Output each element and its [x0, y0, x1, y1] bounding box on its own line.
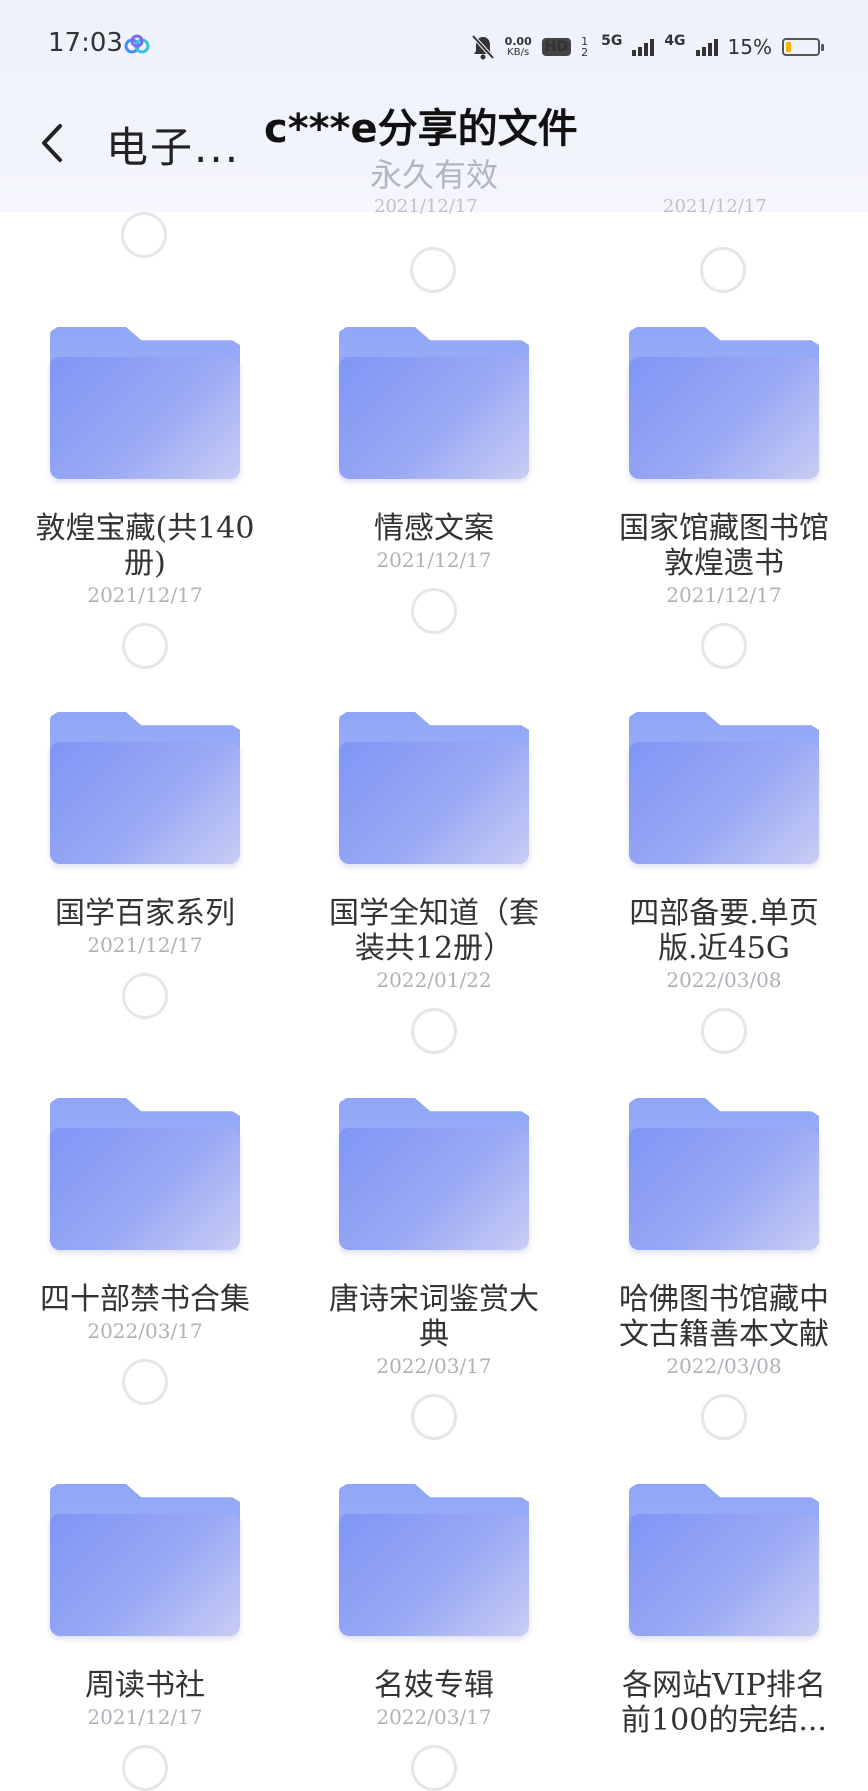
select-checkbox[interactable]: [701, 623, 747, 669]
folder-date: 2022/03/17: [376, 1354, 492, 1378]
folder-date: 2022/03/08: [666, 968, 782, 992]
folder-name: 典: [419, 1317, 449, 1352]
folder-name: 唐诗宋词鉴赏大: [329, 1282, 539, 1317]
signal-icon: [632, 38, 655, 56]
item-date: 2021/12/17: [663, 196, 767, 217]
folder-icon: [629, 327, 819, 479]
folder-name: 册): [124, 546, 166, 581]
folder-name: 前100的完结...: [621, 1703, 827, 1738]
select-checkbox[interactable]: [701, 1008, 747, 1054]
battery-percent: 15%: [727, 35, 772, 59]
folder-date: 2022/03/08: [666, 1354, 782, 1378]
folder-icon: [629, 1484, 819, 1636]
folder-date: 2021/12/17: [87, 933, 203, 957]
folder-icon: [339, 327, 529, 479]
network-speed: 0.00 KB/s: [504, 35, 532, 58]
select-checkbox[interactable]: [122, 1745, 168, 1791]
folder-name: 文古籍善本文献: [619, 1317, 829, 1352]
folder-name: 国家馆藏图书馆: [619, 511, 829, 546]
select-checkbox[interactable]: [122, 1359, 168, 1405]
select-checkbox[interactable]: [411, 1008, 457, 1054]
folder-name: 四部备要.单页: [629, 896, 819, 931]
folder-name: 名妓专辑: [374, 1668, 494, 1703]
signal-icon: [695, 38, 718, 56]
folder-icon: [629, 1098, 819, 1250]
mute-bell-icon: [471, 34, 495, 60]
folder-name: 国学全知道（套: [329, 896, 539, 931]
folder-icon: [339, 712, 529, 864]
folder-name: 四十部禁书合集: [40, 1282, 250, 1317]
folder-name: 国学百家系列: [55, 896, 235, 931]
cloud-icon: [124, 34, 150, 54]
status-icons: 0.00 KB/s HD 1 2 5G 4G 15%: [471, 32, 824, 62]
folder-name: 周读书社: [85, 1668, 205, 1703]
folder-grid: 敦煌宝藏(共140 册) 2021/12/17 情感文案 2021/12/17 国家馆藏图…: [0, 0, 868, 1791]
folder-date: 2021/12/17: [666, 583, 782, 607]
folder-icon: [50, 1098, 240, 1250]
folder-name: 哈佛图书馆藏中: [619, 1282, 829, 1317]
select-checkbox[interactable]: [121, 212, 167, 258]
folder-date: 2021/12/17: [87, 1705, 203, 1729]
folder-icon: [50, 327, 240, 479]
folder-name: 敦煌宝藏(共140: [35, 511, 255, 546]
status-time: 17:03: [48, 28, 123, 58]
folder-name: 版.近45G: [658, 931, 790, 966]
folder-icon: [339, 1098, 529, 1250]
folder-icon: [339, 1484, 529, 1636]
select-checkbox[interactable]: [122, 973, 168, 1019]
page-title: c***e分享的文件: [264, 106, 578, 152]
top-bar: 17:03 0.00 KB/s HD 1 2 5G 4G 15% 电子... c…: [0, 0, 868, 217]
folder-date: 2022/01/22: [376, 968, 492, 992]
folder-name: 敦煌遗书: [664, 546, 784, 581]
folder-date: 2022/03/17: [87, 1319, 203, 1343]
select-checkbox[interactable]: [700, 247, 746, 293]
page-subtitle: 永久有效: [369, 156, 498, 194]
folder-date: 2021/12/17: [87, 583, 203, 607]
select-checkbox[interactable]: [411, 1745, 457, 1791]
network-5g-label: 5G: [601, 33, 623, 49]
select-checkbox[interactable]: [410, 247, 456, 293]
select-checkbox[interactable]: [122, 623, 168, 669]
select-checkbox[interactable]: [701, 1394, 747, 1440]
folder-name: 装共12册）: [354, 931, 514, 966]
folder-icon: [50, 1484, 240, 1636]
folder-date: 2021/12/17: [376, 548, 492, 572]
folder-name: 情感文案: [374, 511, 494, 546]
network-4g-label: 4G: [664, 33, 686, 49]
select-checkbox[interactable]: [411, 588, 457, 634]
folder-icon: [629, 712, 819, 864]
battery-fill: [786, 42, 791, 52]
select-checkbox[interactable]: [411, 1394, 457, 1440]
sim-label: 1 2: [581, 35, 589, 59]
folder-icon: [50, 712, 240, 864]
folder-date: 2022/03/17: [376, 1705, 492, 1729]
folder-name: 各网站VIP排名: [622, 1668, 826, 1703]
battery-icon: [782, 38, 824, 56]
hd-icon: HD: [541, 38, 572, 56]
item-date: 2021/12/17: [374, 196, 478, 217]
